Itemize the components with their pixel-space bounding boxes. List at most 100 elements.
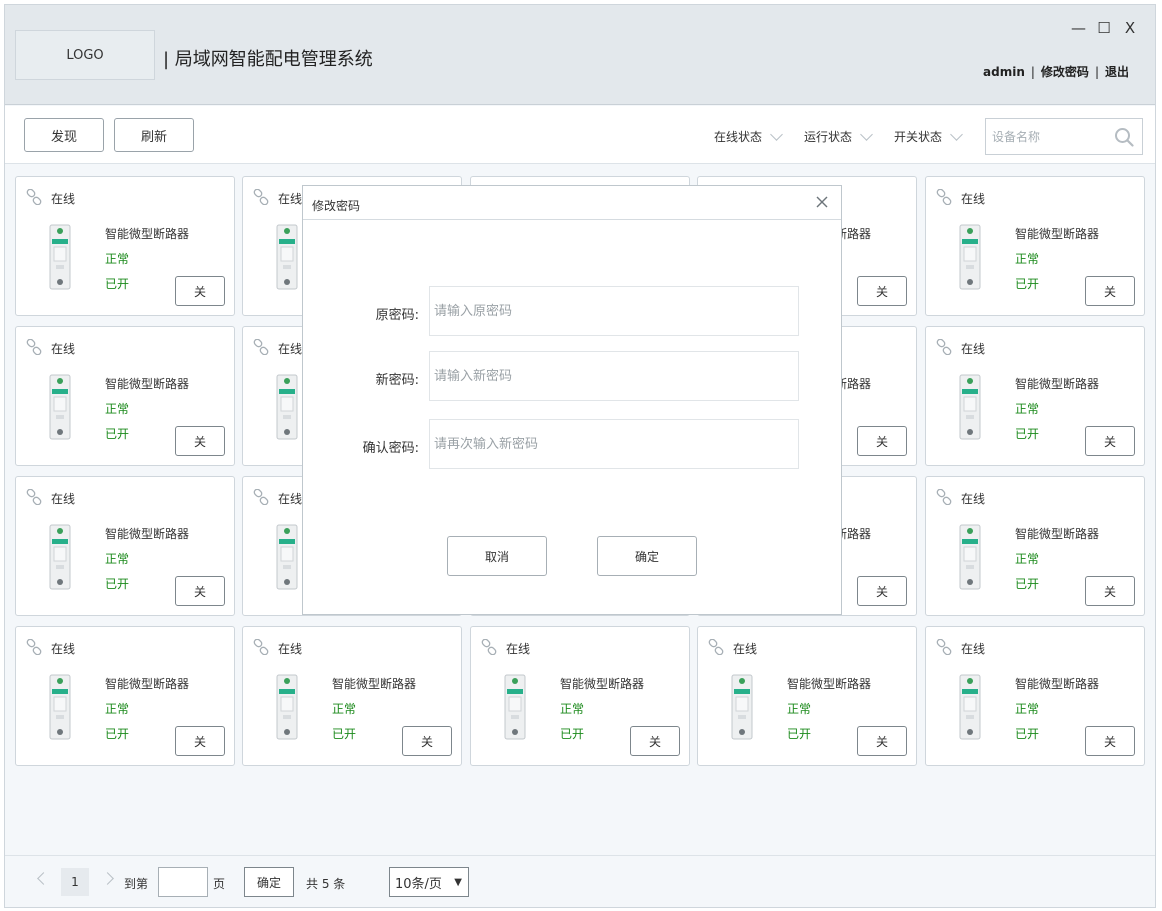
toggle-off-button[interactable]: 关 bbox=[175, 426, 225, 456]
device-status: 正常 bbox=[105, 702, 130, 716]
device-card[interactable]: 在线智能微型断路器正常已开 关 bbox=[925, 176, 1145, 316]
device-card[interactable]: 在线智能微型断路器正常已开 关 bbox=[925, 626, 1145, 766]
prev-page-icon[interactable] bbox=[37, 872, 50, 885]
link-icon bbox=[253, 639, 269, 655]
device-name: 智能微型断路器 bbox=[105, 677, 190, 691]
online-status: 在线 bbox=[51, 492, 76, 506]
divider: | bbox=[1094, 65, 1099, 79]
device-name: 智能微型断路器 bbox=[1015, 227, 1100, 241]
online-status: 在线 bbox=[961, 642, 986, 656]
change-password-link[interactable]: 修改密码 bbox=[1041, 65, 1089, 79]
device-name: 智能微型断路器 bbox=[787, 677, 872, 691]
device-name: 智能微型断路器 bbox=[1015, 677, 1100, 691]
switch-state: 已开 bbox=[332, 727, 357, 741]
link-icon bbox=[936, 189, 952, 205]
device-status: 正常 bbox=[332, 702, 357, 716]
confirm-password-field[interactable] bbox=[429, 419, 799, 469]
device-card[interactable]: 在线智能微型断路器正常已开 关 bbox=[15, 626, 235, 766]
online-status: 在线 bbox=[51, 642, 76, 656]
device-card[interactable]: 在线智能微型断路器正常已开 关 bbox=[925, 476, 1145, 616]
switch-state: 已开 bbox=[787, 727, 812, 741]
breaker-icon bbox=[49, 524, 71, 590]
old-password-field[interactable] bbox=[429, 286, 799, 336]
total-count: 共 5 条 bbox=[306, 877, 346, 891]
page-unit-label: 页 bbox=[213, 877, 226, 891]
filter-run-status[interactable]: 运行状态 bbox=[804, 127, 873, 145]
dropdown-caret-icon: ▼ bbox=[454, 877, 462, 888]
user-bar: admin | 修改密码 | 退出 bbox=[983, 63, 1129, 80]
device-name: 智能微型断路器 bbox=[1015, 377, 1100, 391]
toggle-off-button[interactable]: 关 bbox=[175, 276, 225, 306]
toggle-off-button[interactable]: 关 bbox=[175, 726, 225, 756]
device-card[interactable]: 在线智能微型断路器正常已开 关 bbox=[15, 326, 235, 466]
toggle-off-button[interactable]: 关 bbox=[402, 726, 452, 756]
online-status: 在线 bbox=[278, 642, 303, 656]
device-card[interactable]: 在线智能微型断路器正常已开 关 bbox=[15, 176, 235, 316]
link-icon bbox=[26, 489, 42, 505]
filter-switch-status[interactable]: 开关状态 bbox=[894, 127, 963, 145]
breaker-icon bbox=[959, 674, 981, 740]
toggle-off-button[interactable]: 关 bbox=[1085, 726, 1135, 756]
cancel-button[interactable]: 取消 bbox=[447, 536, 547, 576]
page-size-select[interactable]: 10条/页 ▼ bbox=[389, 867, 469, 897]
device-status: 正常 bbox=[105, 252, 130, 266]
device-name: 智能微型断路器 bbox=[105, 227, 190, 241]
filter-label: 运行状态 bbox=[804, 130, 853, 144]
device-status: 正常 bbox=[105, 402, 130, 416]
filter-online-status[interactable]: 在线状态 bbox=[714, 127, 783, 145]
toggle-off-button[interactable]: 关 bbox=[630, 726, 680, 756]
username: admin bbox=[983, 65, 1025, 79]
online-status: 在线 bbox=[51, 192, 76, 206]
link-icon bbox=[936, 639, 952, 655]
new-password-field[interactable] bbox=[429, 351, 799, 401]
toggle-off-button[interactable]: 关 bbox=[175, 576, 225, 606]
page-number[interactable]: 1 bbox=[61, 868, 89, 896]
device-name: 智能微型断路器 bbox=[332, 677, 417, 691]
app-title: | 局域网智能配电管理系统 bbox=[163, 49, 373, 70]
search-icon[interactable] bbox=[1114, 127, 1134, 147]
discover-button[interactable]: 发现 bbox=[24, 118, 104, 152]
device-card[interactable]: 在线智能微型断路器正常已开 关 bbox=[470, 626, 690, 766]
confirm-button[interactable]: 确定 bbox=[597, 536, 697, 576]
device-card[interactable]: 在线智能微型断路器正常已开 关 bbox=[242, 626, 462, 766]
device-card[interactable]: 在线智能微型断路器正常已开 关 bbox=[925, 326, 1145, 466]
device-card[interactable]: 在线智能微型断路器正常已开 关 bbox=[15, 476, 235, 616]
toggle-off-button[interactable]: 关 bbox=[1085, 576, 1135, 606]
switch-state: 已开 bbox=[560, 727, 585, 741]
maximize-icon[interactable]: ☐ bbox=[1097, 19, 1111, 37]
device-card[interactable]: 在线智能微型断路器正常已开 关 bbox=[697, 626, 917, 766]
breaker-icon bbox=[959, 524, 981, 590]
toggle-off-button[interactable]: 关 bbox=[1085, 426, 1135, 456]
device-name: 智能微型断路器 bbox=[560, 677, 645, 691]
close-icon[interactable]: X bbox=[1123, 19, 1137, 37]
device-status: 正常 bbox=[1015, 402, 1040, 416]
switch-state: 已开 bbox=[1015, 577, 1040, 591]
toggle-off-button[interactable]: 关 bbox=[1085, 276, 1135, 306]
breaker-icon bbox=[731, 674, 753, 740]
goto-button[interactable]: 确定 bbox=[244, 867, 294, 897]
breaker-icon bbox=[959, 224, 981, 290]
change-password-dialog: 修改密码 原密码: 新密码: 确认密码: 取消 确定 bbox=[302, 185, 842, 615]
switch-state: 已开 bbox=[1015, 277, 1040, 291]
logout-link[interactable]: 退出 bbox=[1105, 65, 1129, 79]
link-icon bbox=[253, 489, 269, 505]
search-input[interactable] bbox=[986, 119, 1106, 154]
toggle-off-button[interactable]: 关 bbox=[857, 276, 907, 306]
device-name: 智能微型断路器 bbox=[1015, 527, 1100, 541]
refresh-button[interactable]: 刷新 bbox=[114, 118, 194, 152]
breaker-icon bbox=[959, 374, 981, 440]
toggle-off-button[interactable]: 关 bbox=[857, 726, 907, 756]
new-password-label: 新密码: bbox=[375, 373, 419, 388]
link-icon bbox=[936, 339, 952, 355]
switch-state: 已开 bbox=[105, 277, 130, 291]
next-page-icon[interactable] bbox=[101, 872, 114, 885]
close-icon[interactable] bbox=[815, 195, 829, 209]
breaker-icon bbox=[504, 674, 526, 740]
minimize-icon[interactable]: — bbox=[1071, 19, 1086, 37]
device-status: 正常 bbox=[1015, 552, 1040, 566]
online-status: 在线 bbox=[506, 642, 531, 656]
switch-state: 已开 bbox=[1015, 727, 1040, 741]
toggle-off-button[interactable]: 关 bbox=[857, 576, 907, 606]
goto-page-input[interactable] bbox=[158, 867, 208, 897]
toggle-off-button[interactable]: 关 bbox=[857, 426, 907, 456]
